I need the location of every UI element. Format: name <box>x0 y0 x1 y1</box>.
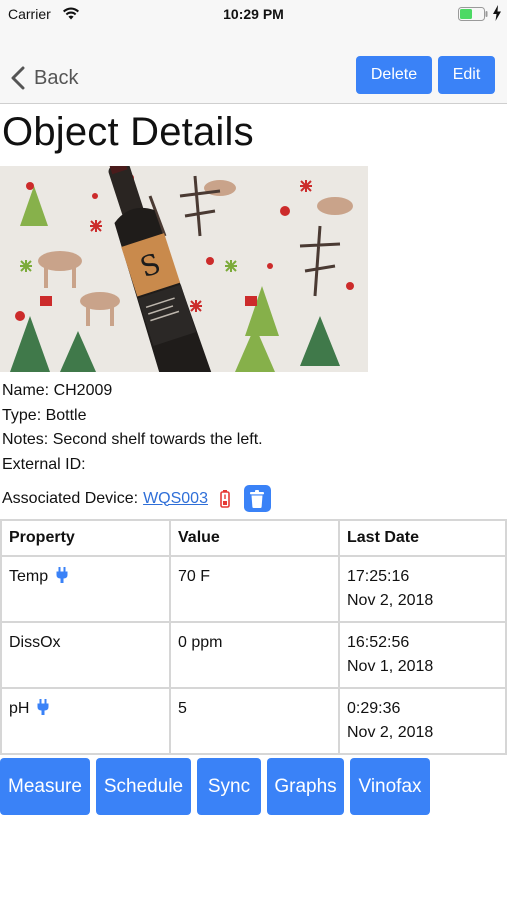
property-cell: Temp <box>0 555 171 623</box>
navigation-bar: Back Delete Edit <box>0 28 507 104</box>
table-row[interactable]: Temp 70 F 17:25:16 Nov 2, 2018 <box>0 555 507 623</box>
last-date-cell: 0:29:36 Nov 2, 2018 <box>338 687 507 755</box>
plug-icon <box>56 567 68 583</box>
object-name: Name: CH2009 <box>2 382 113 399</box>
graphs-button[interactable]: Graphs <box>267 758 344 815</box>
last-time: 17:25:16 <box>347 568 410 585</box>
battery-low-icon <box>220 489 230 508</box>
edit-button[interactable]: Edit <box>438 56 495 94</box>
remove-device-button[interactable] <box>243 485 271 512</box>
delete-button[interactable]: Delete <box>356 56 432 94</box>
status-bar: Carrier 10:29 PM <box>0 0 507 28</box>
value-cell: 0 ppm <box>169 621 340 689</box>
object-external-id: External ID: <box>2 456 86 473</box>
sync-button[interactable]: Sync <box>197 758 261 815</box>
back-button[interactable]: Back <box>10 64 78 92</box>
property-name: DissOx <box>9 634 61 651</box>
properties-table: Property Value Last Date Temp 70 F 17:25… <box>0 519 507 755</box>
associated-device-label: Associated Device: <box>2 489 139 507</box>
property-cell: DissOx <box>0 621 171 689</box>
value-cell: 70 F <box>169 555 340 623</box>
last-date: Nov 2, 2018 <box>347 724 434 741</box>
chevron-left-icon <box>11 66 25 90</box>
property-name: pH <box>9 700 30 717</box>
battery-icon <box>458 7 488 21</box>
trash-icon <box>250 489 265 508</box>
vinofax-button[interactable]: Vinofax <box>350 758 430 815</box>
last-date: Nov 2, 2018 <box>347 592 434 609</box>
property-name: Temp <box>9 568 49 585</box>
back-label: Back <box>34 66 79 89</box>
value-cell: 5 <box>169 687 340 755</box>
action-bar: Measure Schedule Sync Graphs Vinofax <box>0 758 436 815</box>
measure-button[interactable]: Measure <box>0 758 90 815</box>
header-value: Value <box>169 519 340 557</box>
table-header-row: Property Value Last Date <box>0 519 507 557</box>
header-last-date: Last Date <box>338 519 507 557</box>
plug-icon <box>37 699 49 715</box>
last-date-cell: 17:25:16 Nov 2, 2018 <box>338 555 507 623</box>
bolt-icon <box>493 5 501 21</box>
last-time: 16:52:56 <box>347 634 410 651</box>
last-date-cell: 16:52:56 Nov 1, 2018 <box>338 621 507 689</box>
page-title: Object Details <box>2 110 254 154</box>
table-row[interactable]: DissOx 0 ppm 16:52:56 Nov 1, 2018 <box>0 621 507 689</box>
last-time: 0:29:36 <box>347 700 401 717</box>
property-cell: pH <box>0 687 171 755</box>
clock: 10:29 PM <box>223 6 284 22</box>
object-photo: S <box>0 166 368 372</box>
object-notes: Notes: Second shelf towards the left. <box>2 431 263 448</box>
associated-device-link[interactable]: WQS003 <box>143 489 208 509</box>
associated-device-row: Associated Device: WQS003 <box>2 485 271 512</box>
table-row[interactable]: pH 5 0:29:36 Nov 2, 2018 <box>0 687 507 755</box>
schedule-button[interactable]: Schedule <box>96 758 191 815</box>
object-type: Type: Bottle <box>2 407 87 424</box>
last-date: Nov 1, 2018 <box>347 658 434 675</box>
header-property: Property <box>0 519 171 557</box>
